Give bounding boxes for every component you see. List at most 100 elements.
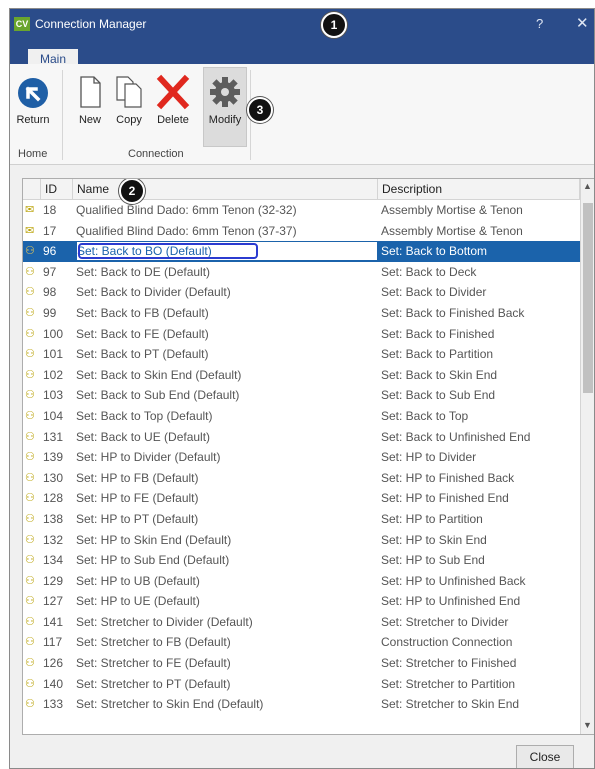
row-name: Set: Stretcher to FB (Default) bbox=[76, 635, 231, 650]
window-title: Connection Manager bbox=[35, 17, 147, 31]
row-description: Set: Back to Divider bbox=[381, 285, 487, 300]
row-name: Set: Back to PT (Default) bbox=[76, 347, 209, 362]
row-id: 100 bbox=[43, 326, 64, 341]
table-row[interactable]: ✉ 18 Qualified Blind Dado: 6mm Tenon (32-3… bbox=[23, 200, 580, 221]
row-id: 139 bbox=[43, 450, 64, 465]
dialog-footer: Close bbox=[10, 735, 594, 768]
table-row[interactable]: ⚇ 129 Set: HP to UB (Default) Set: HP to Un… bbox=[23, 571, 580, 592]
row-id: 128 bbox=[43, 491, 64, 506]
connections-table[interactable]: ID Name Description 2 ✉ 18 Qualified Blind… bbox=[22, 178, 594, 735]
callout-badge-3: 3 bbox=[247, 97, 273, 123]
table-row[interactable]: ⚇ 128 Set: HP to FE (Default) Set: HP to Fi… bbox=[23, 488, 580, 509]
table-row[interactable]: ⚇ 98 Set: Back to Divider (Default) Set: Ba… bbox=[23, 282, 580, 303]
row-name: Qualified Blind Dado: 6mm Tenon (32-32) bbox=[76, 203, 297, 217]
table-header: ID Name Description bbox=[23, 179, 580, 200]
row-id: 18 bbox=[43, 203, 57, 217]
table-row[interactable]: ⚇ 134 Set: HP to Sub End (Default) Set: HP … bbox=[23, 550, 580, 571]
delete-label: Delete bbox=[157, 114, 189, 126]
row-name: Set: Back to Skin End (Default) bbox=[76, 367, 242, 382]
table-row[interactable]: ⚇ 130 Set: HP to FB (Default) Set: HP to Fi… bbox=[23, 468, 580, 489]
row-name: Set: HP to FB (Default) bbox=[76, 470, 199, 485]
gear-icon bbox=[210, 77, 240, 107]
new-button[interactable]: New bbox=[72, 70, 108, 126]
row-type-icon: ⚇ bbox=[25, 409, 35, 422]
title-bar[interactable]: CV Connection Manager ? ✕ bbox=[10, 9, 594, 40]
vertical-scrollbar[interactable]: ▲ ▼ bbox=[580, 179, 594, 734]
close-button[interactable]: Close bbox=[516, 745, 574, 768]
window-close-button[interactable]: ✕ bbox=[576, 14, 589, 32]
row-description: Set: Back to Top bbox=[381, 408, 469, 423]
table-row[interactable]: ⚇ 126 Set: Stretcher to FE (Default) Set: S… bbox=[23, 653, 580, 674]
table-row[interactable]: ⚇ 117 Set: Stretcher to FB (Default) Constr… bbox=[23, 632, 580, 653]
new-document-icon bbox=[80, 76, 101, 108]
ribbon-tabstrip bbox=[10, 40, 594, 64]
row-id: 132 bbox=[43, 532, 64, 547]
row-name: Set: HP to Skin End (Default) bbox=[76, 532, 232, 547]
row-type-icon: ⚇ bbox=[25, 698, 35, 711]
return-button[interactable]: Return bbox=[12, 70, 54, 126]
row-description: Set: Back to Skin End bbox=[381, 367, 498, 382]
row-type-icon: ⚇ bbox=[25, 657, 35, 670]
table-row[interactable]: ⚇ 97 Set: Back to DE (Default) Set: Back to… bbox=[23, 262, 580, 283]
row-type-icon: ⚇ bbox=[25, 451, 35, 464]
row-name: Set: HP to UE (Default) bbox=[76, 594, 200, 609]
copy-button[interactable]: Copy bbox=[110, 70, 148, 126]
row-type-icon: ⚇ bbox=[25, 595, 35, 608]
row-name: Set: HP to FE (Default) bbox=[76, 491, 199, 506]
row-type-icon: ⚇ bbox=[25, 265, 35, 278]
table-row[interactable]: ⚇ 127 Set: HP to UE (Default) Set: HP to Un… bbox=[23, 591, 580, 612]
callout-badge-1: 1 bbox=[321, 12, 347, 38]
help-button[interactable]: ? bbox=[536, 16, 543, 31]
row-id: 130 bbox=[43, 470, 64, 485]
row-description: Set: HP to Sub End bbox=[381, 553, 485, 568]
row-id: 101 bbox=[43, 347, 64, 362]
row-id: 134 bbox=[43, 553, 64, 568]
table-row[interactable]: ⚇ 101 Set: Back to PT (Default) Set: Back t… bbox=[23, 344, 580, 365]
row-name: Set: HP to PT (Default) bbox=[76, 511, 199, 526]
table-row[interactable]: ⚇ 103 Set: Back to Sub End (Default) Set: B… bbox=[23, 385, 580, 406]
table-row[interactable]: ⚇ 104 Set: Back to Top (Default) Set: Back … bbox=[23, 406, 580, 427]
header-description[interactable]: Description bbox=[378, 179, 580, 199]
row-name: Set: HP to Divider (Default) bbox=[76, 450, 221, 465]
delete-button[interactable]: Delete bbox=[151, 70, 195, 126]
row-description: Assembly Mortise & Tenon bbox=[381, 203, 523, 217]
scrollbar-thumb[interactable] bbox=[583, 203, 593, 393]
row-type-icon: ⚇ bbox=[25, 492, 35, 505]
table-row[interactable]: ⚇ 132 Set: HP to Skin End (Default) Set: HP… bbox=[23, 530, 580, 551]
table-row[interactable]: ⚇ 100 Set: Back to FE (Default) Set: Back t… bbox=[23, 324, 580, 345]
row-name: Set: Back to Top (Default) bbox=[76, 408, 213, 423]
row-name: Set: Back to UE (Default) bbox=[76, 429, 211, 444]
row-type-icon: ⚇ bbox=[25, 430, 35, 443]
table-row[interactable]: ⚇ 138 Set: HP to PT (Default) Set: HP to Pa… bbox=[23, 509, 580, 530]
row-name: Set: Stretcher to Skin End (Default) bbox=[76, 697, 264, 712]
row-id: 131 bbox=[43, 429, 64, 444]
row-id: 138 bbox=[43, 511, 64, 526]
modify-button[interactable]: Modify bbox=[204, 70, 246, 126]
app-logo-icon: CV bbox=[14, 17, 30, 31]
row-name: Set: Back to Sub End (Default) bbox=[76, 388, 240, 403]
row-type-icon: ⚇ bbox=[25, 348, 35, 361]
row-type-icon: ⚇ bbox=[25, 615, 35, 628]
table-body: ✉ 18 Qualified Blind Dado: 6mm Tenon (32-3… bbox=[23, 200, 580, 715]
new-label: New bbox=[78, 114, 101, 126]
scroll-up-arrow-icon[interactable]: ▲ bbox=[583, 181, 592, 191]
table-row[interactable]: ⚇ 140 Set: Stretcher to PT (Default) Set: S… bbox=[23, 674, 580, 695]
table-row[interactable]: ⚇ 139 Set: HP to Divider (Default) Set: HP … bbox=[23, 447, 580, 468]
table-row[interactable]: ⚇ 133 Set: Stretcher to Skin End (Default)… bbox=[23, 694, 580, 715]
table-row[interactable]: ⚇ 141 Set: Stretcher to Divider (Default) S… bbox=[23, 612, 580, 633]
scroll-down-arrow-icon[interactable]: ▼ bbox=[583, 720, 592, 730]
row-id: 133 bbox=[43, 697, 64, 712]
row-description: Set: HP to Partition bbox=[381, 511, 483, 526]
row-id: 99 bbox=[43, 305, 57, 320]
row-description: Set: Back to Deck bbox=[381, 264, 477, 279]
row-type-icon: ✉ bbox=[25, 204, 35, 216]
row-description: Set: Back to Sub End bbox=[381, 388, 496, 403]
row-type-icon: ⚇ bbox=[25, 368, 35, 381]
table-row[interactable]: ⚇ 131 Set: Back to UE (Default) Set: Back t… bbox=[23, 427, 580, 448]
table-row[interactable]: ⚇ 99 Set: Back to FB (Default) Set: Back to… bbox=[23, 303, 580, 324]
row-type-icon: ⚇ bbox=[25, 512, 35, 525]
header-id[interactable]: ID bbox=[41, 179, 73, 199]
table-row[interactable]: ✉ 17 Qualified Blind Dado: 6mm Tenon (37-3… bbox=[23, 221, 580, 242]
row-description: Set: Stretcher to Skin End bbox=[381, 697, 520, 712]
table-row[interactable]: ⚇ 102 Set: Back to Skin End (Default) Set: … bbox=[23, 365, 580, 386]
